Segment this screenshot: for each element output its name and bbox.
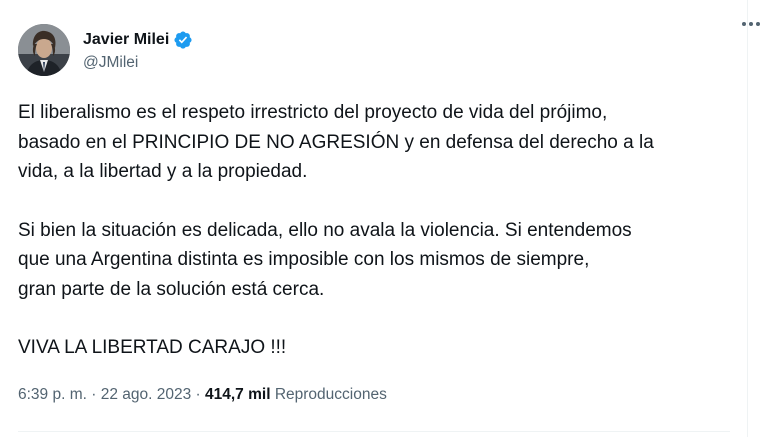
meta-separator: · [86, 386, 101, 403]
name-row: Javier Milei [83, 29, 193, 51]
tweet-paragraph: VIVA LA LIBERTAD CARAJO !!! [18, 337, 287, 358]
author-names: Javier Milei @JMilei [83, 29, 193, 72]
author-display-name[interactable]: Javier Milei [83, 31, 169, 49]
tweet-card: Javier Milei @JMilei El liberalismo es e… [0, 0, 770, 437]
more-horizontal-icon [749, 22, 753, 26]
views-label: Reproducciones [274, 386, 387, 403]
tweet-paragraph: Si bien la situación es delicada, ello n… [18, 219, 632, 300]
more-options-button[interactable] [736, 12, 766, 36]
verified-badge-icon[interactable] [173, 30, 193, 50]
tweet-header: Javier Milei @JMilei [18, 22, 730, 78]
tweet-text: El liberalismo es el respeto irrestricto… [18, 98, 738, 392]
divider [747, 0, 748, 437]
more-horizontal-icon [742, 22, 746, 26]
author-handle[interactable]: @JMilei [83, 54, 193, 72]
tweet-meta: 6:39 p. m. · 22 ago. 2023 · 414,7 mil Re… [18, 386, 387, 404]
views-count: 414,7 mil [205, 386, 271, 403]
avatar[interactable] [18, 24, 70, 76]
more-horizontal-icon [756, 22, 760, 26]
tweet-paragraph: El liberalismo es el respeto irrestricto… [18, 102, 654, 182]
tweet-time[interactable]: 6:39 p. m. [18, 386, 87, 403]
tweet-date[interactable]: 22 ago. 2023 [101, 386, 192, 403]
divider [18, 431, 730, 432]
meta-separator: · [191, 386, 206, 403]
